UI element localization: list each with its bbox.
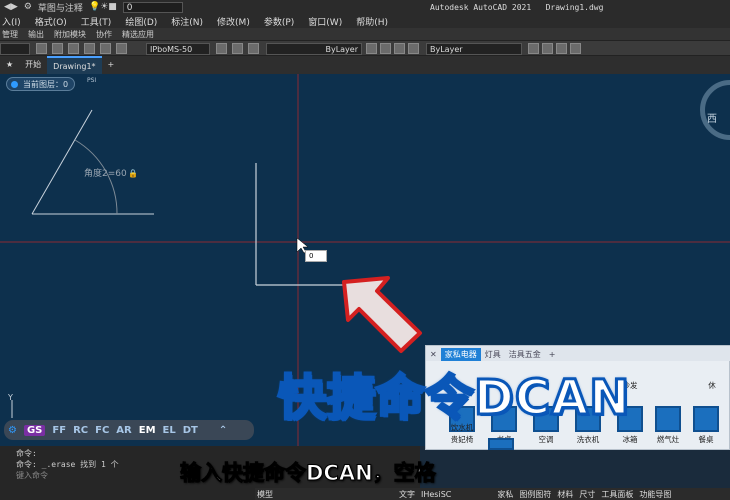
command-shortcut-bar: ⚙ GS FF RC FC AR EM EL DT ⌃	[4, 420, 254, 440]
ucs-y-label: Y	[7, 393, 13, 402]
library-item-partial[interactable]: 休	[696, 380, 728, 400]
shortcut-ar[interactable]: AR	[116, 425, 131, 436]
library-item-dining-table[interactable]: 餐桌	[690, 406, 722, 446]
annotation-arrow-icon	[342, 276, 422, 353]
status-legend[interactable]: 图例图符	[519, 489, 551, 500]
location-icon	[11, 81, 18, 88]
shortcut-ff[interactable]: FF	[52, 425, 66, 436]
status-model[interactable]: 模型	[257, 489, 273, 500]
command-icon[interactable]: ⚙	[8, 425, 17, 436]
shortcut-rc[interactable]: RC	[73, 425, 88, 436]
status-bar: 模型 文字 IHesiSC 家私 图例图符 材料 尺寸 工具面板 功能导图	[255, 488, 730, 500]
chevron-up-icon[interactable]: ⌃	[219, 425, 227, 436]
shortcut-dt[interactable]: DT	[183, 425, 198, 436]
shortcut-gs[interactable]: GS	[23, 424, 46, 436]
status-dimension[interactable]: 尺寸	[579, 489, 595, 500]
library-item-row3[interactable]	[488, 438, 514, 450]
angle-dimension-label: 角度2=60	[84, 167, 127, 179]
lock-icon: 🔒	[128, 169, 138, 178]
status-function-map[interactable]: 功能导图	[639, 489, 671, 500]
viewcube-west-label[interactable]: 西	[707, 110, 717, 125]
video-subtitle: 输入快捷命令DCAN，空格	[180, 461, 437, 486]
overlay-title: 快捷命令DCAN	[276, 369, 631, 428]
dynamic-input-box[interactable]: 0	[305, 250, 327, 262]
shortcut-fc[interactable]: FC	[95, 425, 109, 436]
status-furniture[interactable]: 家私	[497, 489, 513, 500]
shortcut-em[interactable]: EM	[139, 425, 156, 436]
status-textstyle[interactable]: IHesiSC	[421, 490, 451, 499]
status-toolpanel[interactable]: 工具面板	[601, 489, 633, 500]
angle-arm-line	[31, 109, 93, 215]
status-material[interactable]: 材料	[557, 489, 573, 500]
status-text[interactable]: 文字	[399, 489, 415, 500]
shortcut-el[interactable]: EL	[163, 425, 176, 436]
viewport-control[interactable]: 当前图层：0 PSI	[6, 77, 96, 91]
viewport-corner-label: PSI	[87, 77, 97, 84]
library-item-stove[interactable]: 燃气灶	[652, 406, 684, 446]
